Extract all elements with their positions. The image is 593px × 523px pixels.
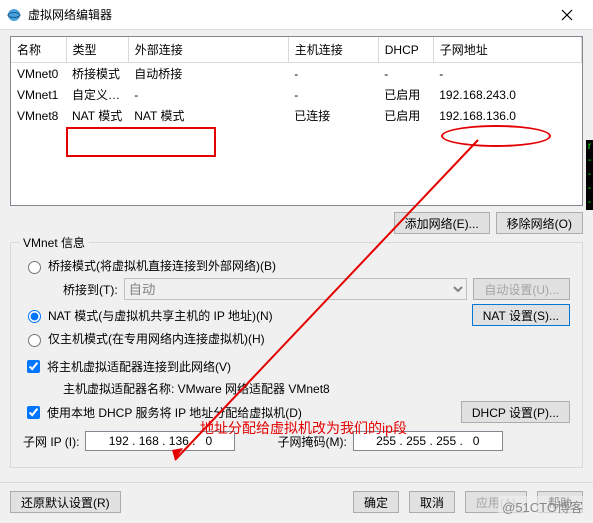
col-subnet[interactable]: 子网地址 bbox=[433, 37, 581, 63]
subnet-mask-label: 子网掩码(M): bbox=[277, 433, 346, 450]
col-external[interactable]: 外部连接 bbox=[128, 37, 288, 63]
auto-set-button: 自动设置(U)... bbox=[473, 278, 570, 300]
use-dhcp-input[interactable] bbox=[27, 406, 40, 419]
nat-radio-input[interactable] bbox=[28, 310, 41, 323]
cancel-button[interactable]: 取消 bbox=[409, 491, 455, 513]
annotation-ellipse bbox=[441, 125, 551, 147]
hostonly-radio-input[interactable] bbox=[28, 334, 41, 347]
col-type[interactable]: 类型 bbox=[66, 37, 128, 63]
subnet-ip-input[interactable] bbox=[85, 431, 235, 451]
add-network-button[interactable]: 添加网络(E)... bbox=[394, 212, 490, 234]
bridge-mode-radio[interactable]: 桥接模式(将虚拟机直接连接到外部网络)(B) bbox=[23, 257, 276, 274]
ok-button[interactable]: 确定 bbox=[353, 491, 399, 513]
group-title: VMnet 信息 bbox=[19, 234, 89, 251]
subnet-mask-input[interactable] bbox=[353, 431, 503, 451]
titlebar: 虚拟网络编辑器 bbox=[0, 0, 593, 30]
table-row[interactable]: VMnet0 桥接模式 自动桥接 - - - bbox=[11, 63, 582, 85]
network-table[interactable]: 名称 类型 外部连接 主机连接 DHCP 子网地址 VMnet0 桥接模式 自动… bbox=[10, 36, 583, 206]
connect-host-input[interactable] bbox=[27, 360, 40, 373]
table-row[interactable]: VMnet1 自定义… - - 已启用 192.168.243.0 bbox=[11, 84, 582, 105]
col-hostconn[interactable]: 主机连接 bbox=[288, 37, 378, 63]
dhcp-settings-button[interactable]: DHCP 设置(P)... bbox=[461, 401, 570, 423]
close-button[interactable] bbox=[547, 0, 587, 30]
nat-mode-radio[interactable]: NAT 模式(与虚拟机共享主机的 IP 地址)(N) bbox=[23, 307, 273, 324]
col-dhcp[interactable]: DHCP bbox=[378, 37, 433, 63]
restore-defaults-button[interactable]: 还原默认设置(R) bbox=[10, 491, 121, 513]
apply-button: 应用(A) bbox=[465, 491, 527, 513]
subnet-ip-label: 子网 IP (I): bbox=[23, 433, 79, 450]
vmnet-info-group: VMnet 信息 桥接模式(将虚拟机直接连接到外部网络)(B) 桥接到(T): … bbox=[10, 242, 583, 468]
nat-settings-button[interactable]: NAT 设置(S)... bbox=[472, 304, 570, 326]
hostonly-mode-radio[interactable]: 仅主机模式(在专用网络内连接虚拟机)(H) bbox=[23, 330, 265, 347]
app-icon bbox=[6, 7, 22, 23]
annotation-box bbox=[66, 127, 216, 157]
col-name[interactable]: 名称 bbox=[11, 37, 66, 63]
window-title: 虚拟网络编辑器 bbox=[28, 6, 547, 23]
bridge-to-label: 桥接到(T): bbox=[63, 281, 118, 298]
close-icon bbox=[561, 9, 573, 21]
bridge-radio-input[interactable] bbox=[28, 261, 41, 274]
bridge-to-select: 自动 bbox=[124, 278, 468, 300]
use-dhcp-checkbox[interactable]: 使用本地 DHCP 服务将 IP 地址分配给虚拟机(D) bbox=[23, 403, 302, 422]
help-button[interactable]: 帮助 bbox=[537, 491, 583, 513]
remove-network-button[interactable]: 移除网络(O) bbox=[496, 212, 583, 234]
adapter-name-label: 主机虚拟适配器名称: VMware 网络适配器 VMnet8 bbox=[63, 380, 330, 397]
table-row[interactable]: VMnet8 NAT 模式 NAT 模式 已连接 已启用 192.168.136… bbox=[11, 105, 582, 126]
connect-host-checkbox[interactable]: 将主机虚拟适配器连接到此网络(V) bbox=[23, 357, 231, 376]
